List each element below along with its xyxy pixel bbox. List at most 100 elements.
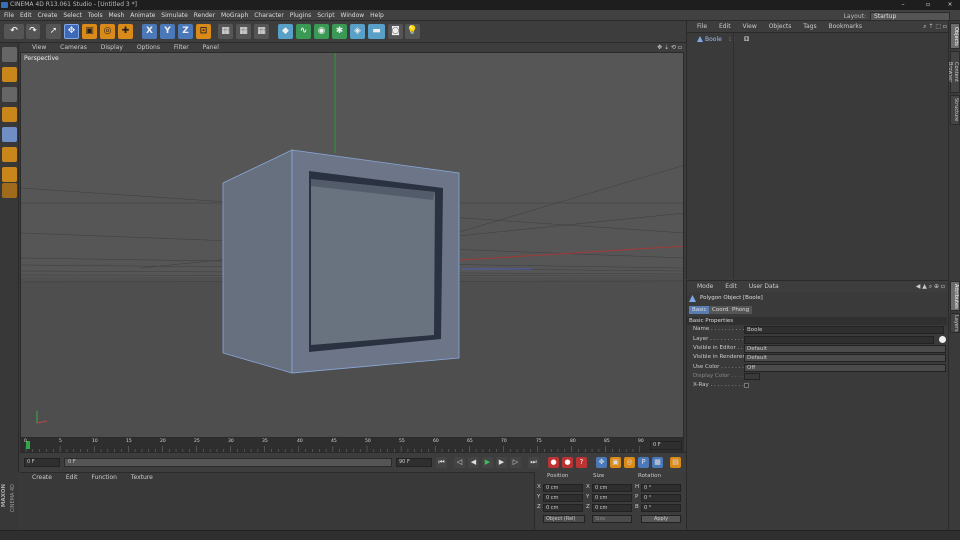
menu-tools[interactable]: Tools xyxy=(88,10,103,21)
layout-dropdown[interactable]: Startup xyxy=(870,12,950,21)
viewport-navigation-icons[interactable]: ✥ ⇣ ⟲ ▫ xyxy=(657,43,682,52)
workplane-mode-icon[interactable] xyxy=(2,107,17,122)
menu-select[interactable]: Select xyxy=(63,10,82,21)
axis-y-button[interactable]: Y xyxy=(160,24,175,39)
spline-pen-icon[interactable]: ∿ xyxy=(296,24,311,39)
tab-phong[interactable]: Phong xyxy=(729,306,753,314)
tab-content-browser[interactable]: Content Browser xyxy=(947,51,960,93)
coordinate-system-icon[interactable]: ⊡ xyxy=(196,24,211,39)
size-z-field[interactable]: 0 cm xyxy=(592,504,632,512)
coord-mode-dropdown[interactable]: Object (Rel) xyxy=(543,515,585,523)
attr-menu-mode[interactable]: Mode xyxy=(697,281,713,292)
record-icon[interactable]: ● xyxy=(548,457,559,468)
previous-keyframe-icon[interactable]: ◁ xyxy=(454,457,465,468)
keyframe-selection-icon[interactable]: ? xyxy=(576,457,587,468)
menu-animate[interactable]: Animate xyxy=(130,10,155,21)
vp-menu-display[interactable]: Display xyxy=(101,43,123,52)
obj-menu-file[interactable]: File xyxy=(697,21,707,33)
menu-window[interactable]: Window xyxy=(341,10,365,21)
undo-icon[interactable]: ↶ xyxy=(4,24,24,39)
attr-menu-edit[interactable]: Edit xyxy=(725,281,737,292)
mat-menu-function[interactable]: Function xyxy=(91,473,117,483)
key-rotation-icon[interactable]: ◎ xyxy=(624,457,635,468)
floor-object-icon[interactable]: ▬ xyxy=(368,24,385,39)
snap-icon[interactable] xyxy=(2,183,17,198)
vp-menu-panel[interactable]: Panel xyxy=(203,43,219,52)
material-manager[interactable]: Create Edit Function Texture xyxy=(20,472,534,530)
layer-clear-icon[interactable] xyxy=(939,336,946,343)
visible-renderer-dropdown[interactable]: Default xyxy=(744,354,946,362)
use-color-dropdown[interactable]: Off xyxy=(744,364,946,372)
redo-icon[interactable]: ↷ xyxy=(26,24,40,39)
rot-h-field[interactable]: 0 ° xyxy=(641,484,681,492)
edges-mode-icon[interactable] xyxy=(2,147,17,162)
points-mode-icon[interactable] xyxy=(2,127,17,142)
size-mode-dropdown[interactable]: Size xyxy=(592,515,632,523)
menu-simulate[interactable]: Simulate xyxy=(161,10,188,21)
attr-menu-user-data[interactable]: User Data xyxy=(749,281,779,292)
menu-edit[interactable]: Edit xyxy=(20,10,32,21)
vp-menu-options[interactable]: Options xyxy=(137,43,160,52)
apply-button[interactable]: Apply xyxy=(641,515,681,523)
object-name[interactable]: Boole xyxy=(705,35,722,44)
menu-create[interactable]: Create xyxy=(38,10,58,21)
subdivision-surface-icon[interactable]: ◉ xyxy=(314,24,329,39)
name-field[interactable]: Boole xyxy=(744,326,944,334)
go-to-start-icon[interactable]: ⏮ xyxy=(436,457,447,468)
obj-menu-objects[interactable]: Objects xyxy=(769,21,792,33)
tab-structure[interactable]: Structure xyxy=(950,95,960,125)
menu-script[interactable]: Script xyxy=(317,10,334,21)
render-settings-icon[interactable]: ▦ xyxy=(254,24,269,39)
attr-nav-icons[interactable]: ◀ ▲ ⌕ ⊕ ▫ xyxy=(916,281,945,292)
menu-character[interactable]: Character xyxy=(254,10,284,21)
visible-editor-dropdown[interactable]: Default xyxy=(744,345,946,353)
mat-menu-texture[interactable]: Texture xyxy=(131,473,153,483)
mat-menu-create[interactable]: Create xyxy=(32,473,52,483)
camera-object-icon[interactable]: ◙ xyxy=(388,24,403,39)
size-y-field[interactable]: 0 cm xyxy=(592,494,632,502)
xray-checkbox[interactable] xyxy=(744,383,749,388)
layer-field[interactable] xyxy=(744,336,934,344)
make-editable-icon[interactable] xyxy=(2,47,17,62)
menu-mograph[interactable]: MoGraph xyxy=(221,10,248,21)
key-position-icon[interactable]: ✥ xyxy=(596,457,607,468)
vp-menu-cameras[interactable]: Cameras xyxy=(60,43,87,52)
scale-tool-icon[interactable]: ▣ xyxy=(82,24,97,39)
autokey-icon[interactable]: ● xyxy=(562,457,573,468)
next-keyframe-icon[interactable]: ▷ xyxy=(510,457,521,468)
end-frame-field[interactable]: 90 F xyxy=(396,458,432,467)
pos-y-field[interactable]: 0 cm xyxy=(543,494,583,502)
render-view-icon[interactable]: ▦ xyxy=(218,24,233,39)
tab-layers[interactable]: Layers xyxy=(950,313,960,333)
key-parameter-icon[interactable]: P xyxy=(638,457,649,468)
obj-search-icons[interactable]: ⌕ ⇡ ⬚ ▫ xyxy=(923,21,947,33)
move-tool-icon[interactable]: ✥ xyxy=(64,24,79,39)
key-pla-icon[interactable]: ▦ xyxy=(652,457,663,468)
polygons-mode-icon[interactable] xyxy=(2,167,17,182)
go-to-end-icon[interactable]: ⏭ xyxy=(528,457,539,468)
menu-help[interactable]: Help xyxy=(370,10,384,21)
minimize-button[interactable]: – xyxy=(896,1,910,9)
obj-menu-edit[interactable]: Edit xyxy=(719,21,731,33)
axis-z-button[interactable]: Z xyxy=(178,24,193,39)
menu-file[interactable]: File xyxy=(4,10,14,21)
menu-render[interactable]: Render xyxy=(194,10,215,21)
boole-object[interactable] xyxy=(222,149,460,374)
start-frame-field[interactable]: 0 F xyxy=(24,458,60,467)
model-mode-icon[interactable] xyxy=(2,67,17,82)
cube-object-icon[interactable]: ◆ xyxy=(278,24,293,39)
viewport-perspective[interactable]: Perspective xyxy=(20,52,684,438)
play-icon[interactable]: ▶ xyxy=(482,457,493,468)
light-object-icon[interactable]: 💡 xyxy=(405,24,420,39)
menu-mesh[interactable]: Mesh xyxy=(109,10,125,21)
timeline-scheme-icon[interactable]: ▤ xyxy=(670,457,681,468)
display-color-swatch[interactable] xyxy=(744,373,760,380)
tab-basic[interactable]: Basic xyxy=(689,306,710,314)
size-x-field[interactable]: 0 cm xyxy=(592,484,632,492)
current-frame-field[interactable]: 0 F xyxy=(650,441,682,450)
texture-mode-icon[interactable] xyxy=(2,87,17,102)
tab-objects[interactable]: Objects xyxy=(950,23,960,49)
obj-menu-bookmarks[interactable]: Bookmarks xyxy=(829,21,863,33)
array-generator-icon[interactable]: ✱ xyxy=(332,24,347,39)
pos-z-field[interactable]: 0 cm xyxy=(543,504,583,512)
